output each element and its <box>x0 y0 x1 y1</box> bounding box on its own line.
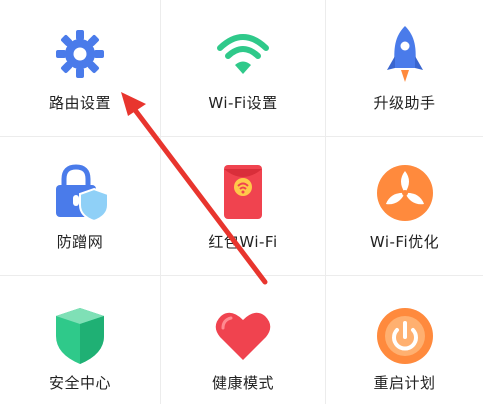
wifi-icon <box>213 24 273 84</box>
tile-wifi-optimize[interactable]: Wi-Fi优化 <box>326 137 483 276</box>
tile-router-settings[interactable]: 路由设置 <box>0 0 161 137</box>
red-envelope-icon <box>213 163 273 223</box>
tile-anti-freeload[interactable]: 防蹭网 <box>0 137 161 276</box>
tool-grid: 路由设置 Wi-Fi设置 升级助手 防蹭网 红包Wi-Fi Wi-Fi优化 安全… <box>0 0 483 404</box>
tile-upgrade-assistant[interactable]: 升级助手 <box>326 0 483 137</box>
tile-health-mode[interactable]: 健康模式 <box>161 276 326 404</box>
heart-icon <box>213 306 273 366</box>
tile-label: 路由设置 <box>48 94 111 112</box>
power-icon <box>375 306 435 366</box>
tile-security-center[interactable]: 安全中心 <box>0 276 161 404</box>
lock-shield-icon <box>50 163 110 223</box>
tile-label: 健康模式 <box>211 374 274 392</box>
tile-label: 防蹭网 <box>56 233 104 251</box>
gear-icon <box>50 24 110 84</box>
tile-red-envelope-wifi[interactable]: 红包Wi-Fi <box>161 137 326 276</box>
tile-label: 重启计划 <box>373 374 436 392</box>
rocket-icon <box>375 24 435 84</box>
tile-restart-schedule[interactable]: 重启计划 <box>326 276 483 404</box>
tile-wifi-settings[interactable]: Wi-Fi设置 <box>161 0 326 137</box>
tile-label: Wi-Fi优化 <box>369 233 440 251</box>
tile-label: Wi-Fi设置 <box>208 94 278 112</box>
tile-label: 升级助手 <box>373 94 436 112</box>
tile-label: 安全中心 <box>48 374 111 392</box>
shield-icon <box>50 306 110 366</box>
fan-icon <box>375 163 435 223</box>
tile-label: 红包Wi-Fi <box>208 233 278 251</box>
